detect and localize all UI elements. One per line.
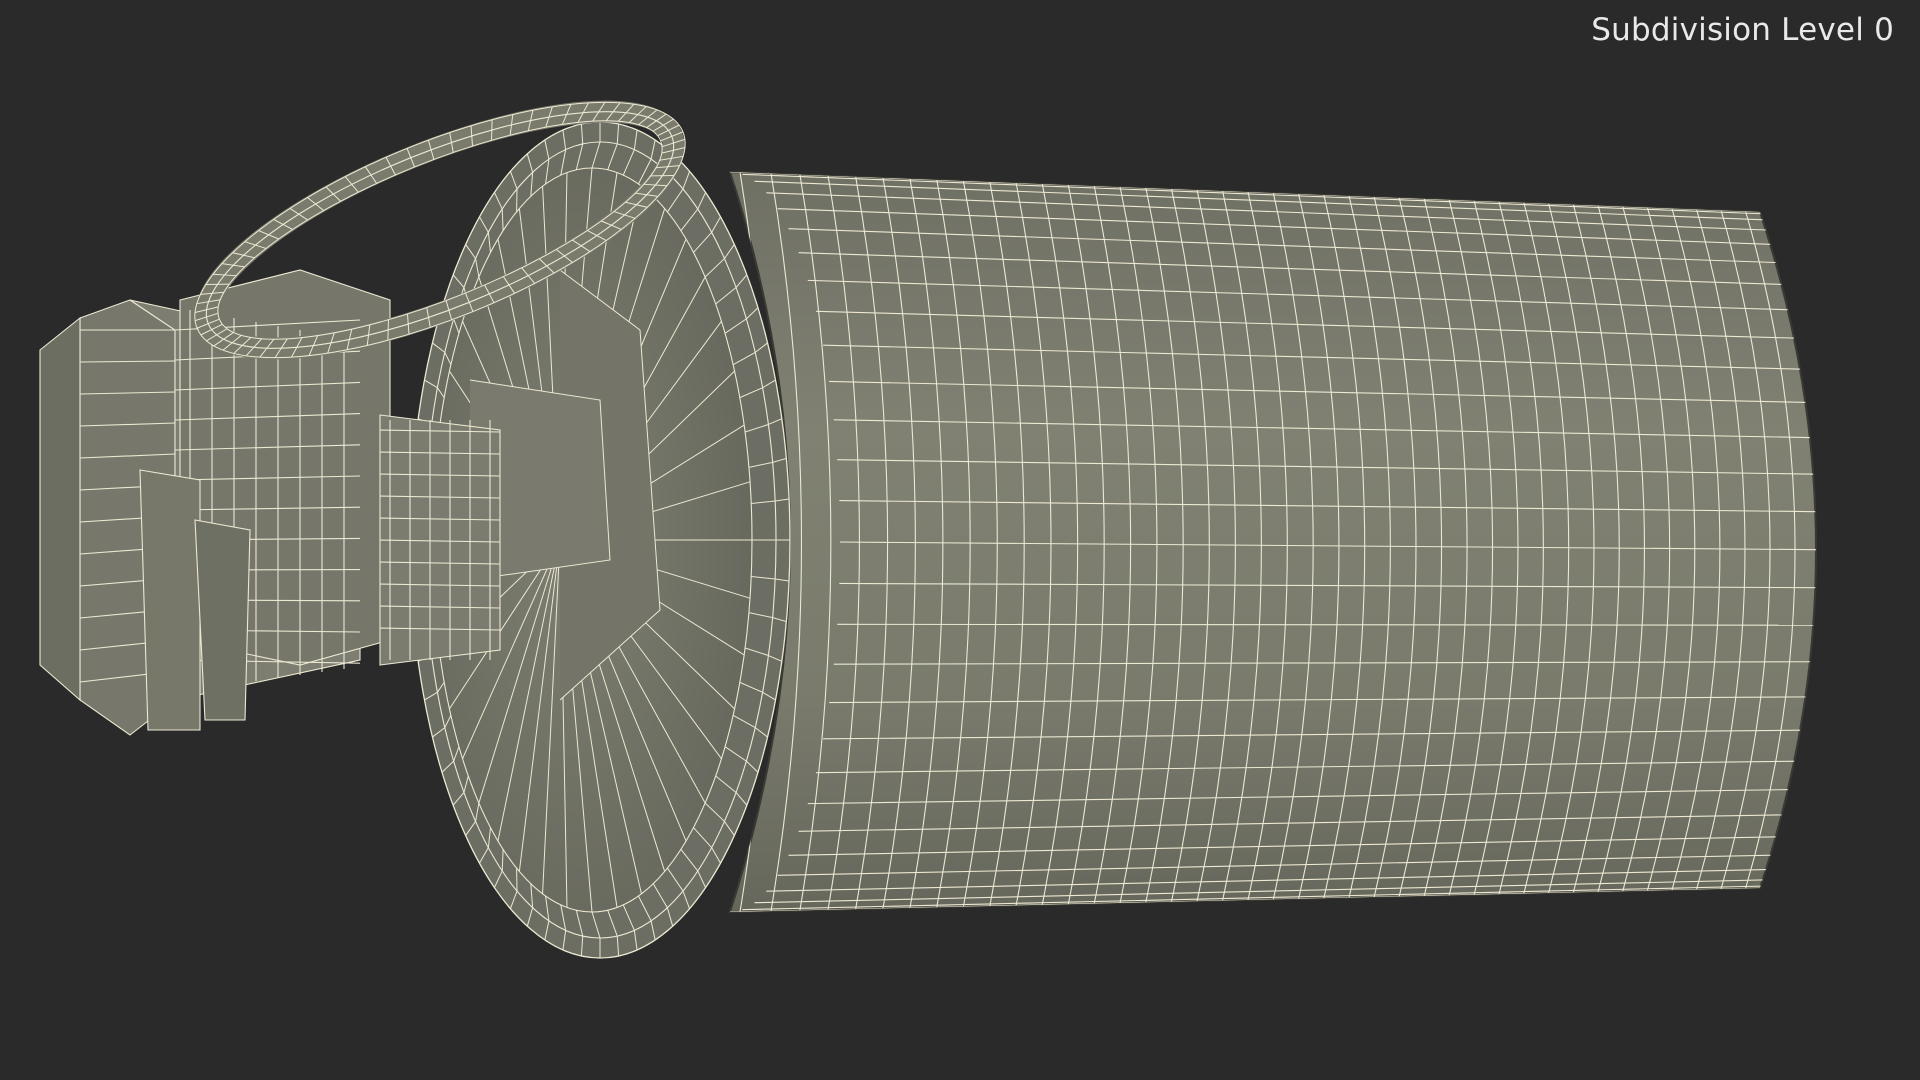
3d-viewport[interactable]: Subdivision Level 0 (0, 0, 1920, 1080)
cylinder-body (728, 170, 1817, 914)
subdivision-level-label: Subdivision Level 0 (1591, 12, 1894, 48)
wireframe-render (39, 100, 1817, 959)
